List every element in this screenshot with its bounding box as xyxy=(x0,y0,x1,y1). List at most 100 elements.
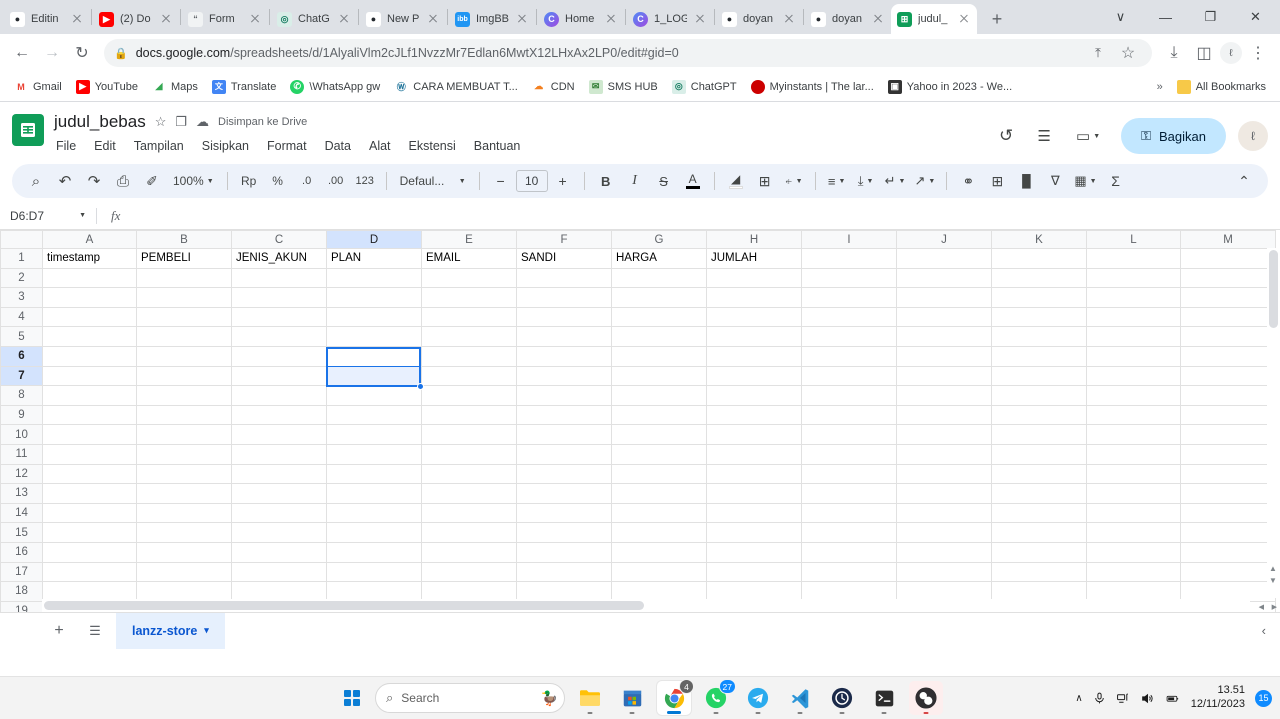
insert-chart-button[interactable]: █ xyxy=(1012,167,1040,195)
cell-i3[interactable] xyxy=(801,287,897,308)
close-icon[interactable] xyxy=(70,12,84,26)
row-header-3[interactable]: 3 xyxy=(0,287,43,308)
taskbar-app-telegram[interactable] xyxy=(741,681,775,715)
cell-i11[interactable] xyxy=(801,443,897,465)
cell-g5[interactable] xyxy=(611,326,707,347)
row-header-12[interactable]: 12 xyxy=(0,463,43,485)
browser-tab[interactable]: ● New P xyxy=(360,4,446,34)
cell-g4[interactable] xyxy=(611,306,707,328)
cell-j9[interactable] xyxy=(896,404,992,426)
cell-e10[interactable] xyxy=(421,424,517,445)
row-header-10[interactable]: 10 xyxy=(0,424,43,445)
cell-j11[interactable] xyxy=(896,443,992,465)
profile-avatar-icon[interactable]: ℓ xyxy=(1220,42,1242,64)
all-sheets-button[interactable]: ☰ xyxy=(80,616,110,646)
taskbar-app-clock[interactable] xyxy=(825,681,859,715)
side-panel-icon[interactable]: ◫ xyxy=(1190,39,1218,67)
bookmark-item[interactable]: ✉ SMS HUB xyxy=(583,77,664,97)
cell-f17[interactable] xyxy=(516,561,612,583)
browser-tab[interactable]: ● Editin xyxy=(4,4,90,34)
cell-l9[interactable] xyxy=(1086,404,1181,426)
cell-g16[interactable] xyxy=(611,541,707,563)
close-icon[interactable] xyxy=(871,12,885,26)
percent-format-button[interactable]: % xyxy=(264,167,292,195)
scroll-right-icon[interactable]: ▶ xyxy=(1272,603,1277,611)
cell-e7[interactable] xyxy=(421,365,517,387)
cell-m7[interactable] xyxy=(1180,365,1276,387)
cell-j4[interactable] xyxy=(896,306,992,328)
bookmark-item[interactable]: ● Myinstants | The lar... xyxy=(745,77,880,97)
cell-e2[interactable] xyxy=(421,267,517,289)
close-window-button[interactable]: ✕ xyxy=(1233,1,1278,33)
bookmark-item[interactable]: Ⓦ CARA MEMBUAT T... xyxy=(388,77,524,97)
row-header-19[interactable]: 19 xyxy=(0,600,43,612)
cell-a17[interactable] xyxy=(42,561,137,583)
bookmark-item[interactable]: ▣ Yahoo in 2023 - We... xyxy=(882,77,1018,97)
cell-k6[interactable] xyxy=(991,345,1087,367)
cell-i12[interactable] xyxy=(801,463,897,485)
browser-tab[interactable]: “ Form xyxy=(182,4,268,34)
cell-m9[interactable] xyxy=(1180,404,1276,426)
borders-button[interactable]: ⊞ xyxy=(751,167,779,195)
close-icon[interactable] xyxy=(337,12,351,26)
cell-m14[interactable] xyxy=(1180,502,1276,524)
cell-e6[interactable] xyxy=(421,345,517,367)
maximize-button[interactable]: ❐ xyxy=(1188,1,1233,33)
chevron-down-icon[interactable]: ▾ xyxy=(204,625,209,636)
cell-d5[interactable] xyxy=(326,326,422,347)
column-header-c[interactable]: C xyxy=(231,230,327,249)
cell-m10[interactable] xyxy=(1180,424,1276,445)
cell-c1[interactable]: JENIS_AKUN xyxy=(231,248,327,269)
cell-a3[interactable] xyxy=(42,287,137,308)
close-icon[interactable] xyxy=(426,12,440,26)
cell-f15[interactable] xyxy=(516,522,612,543)
chrome-menu-icon[interactable]: ⋮ xyxy=(1244,39,1272,67)
cell-m16[interactable] xyxy=(1180,541,1276,563)
cell-i17[interactable] xyxy=(801,561,897,583)
cell-e17[interactable] xyxy=(421,561,517,583)
taskbar-app-terminal[interactable] xyxy=(867,681,901,715)
merge-cells-button[interactable]: ⍅ ▼ xyxy=(780,167,808,195)
browser-tab[interactable]: ▶ (2) Do xyxy=(93,4,179,34)
cell-c6[interactable] xyxy=(231,345,327,367)
cell-h3[interactable] xyxy=(706,287,802,308)
cell-b11[interactable] xyxy=(136,443,232,465)
row-header-8[interactable]: 8 xyxy=(0,385,43,406)
cell-g1[interactable]: HARGA xyxy=(611,248,707,269)
sheet-tab-lanzz-store[interactable]: lanzz-store ▾ xyxy=(116,612,225,649)
cell-l11[interactable] xyxy=(1086,443,1181,465)
cell-i7[interactable] xyxy=(801,365,897,387)
column-header-e[interactable]: E xyxy=(421,230,517,249)
cell-h6[interactable] xyxy=(706,345,802,367)
cell-c8[interactable] xyxy=(231,385,327,406)
cell-e1[interactable]: EMAIL xyxy=(421,248,517,269)
cell-e4[interactable] xyxy=(421,306,517,328)
cell-i16[interactable] xyxy=(801,541,897,563)
cell-k5[interactable] xyxy=(991,326,1087,347)
cell-j3[interactable] xyxy=(896,287,992,308)
cell-k2[interactable] xyxy=(991,267,1087,289)
spreadsheet-grid[interactable]: A B C D E F G H I J K L M 1 timestamp PE… xyxy=(0,230,1280,612)
cell-l2[interactable] xyxy=(1086,267,1181,289)
cell-l6[interactable] xyxy=(1086,345,1181,367)
cell-a1[interactable]: timestamp xyxy=(42,248,137,269)
cell-e11[interactable] xyxy=(421,443,517,465)
close-icon[interactable] xyxy=(693,12,707,26)
cell-b6[interactable] xyxy=(136,345,232,367)
cell-f2[interactable] xyxy=(516,267,612,289)
cell-i5[interactable] xyxy=(801,326,897,347)
cell-j12[interactable] xyxy=(896,463,992,485)
cell-g11[interactable] xyxy=(611,443,707,465)
cell-i14[interactable] xyxy=(801,502,897,524)
expand-sidebar-button[interactable]: ‹ xyxy=(1262,623,1280,638)
increase-font-size-button[interactable]: + xyxy=(549,167,577,195)
cell-g17[interactable] xyxy=(611,561,707,583)
cell-f1[interactable]: SANDI xyxy=(516,248,612,269)
new-tab-button[interactable]: + xyxy=(983,5,1011,33)
cell-l15[interactable] xyxy=(1086,522,1181,543)
cell-b1[interactable]: PEMBELI xyxy=(136,248,232,269)
cell-c16[interactable] xyxy=(231,541,327,563)
select-all-corner[interactable] xyxy=(0,230,43,249)
cell-l3[interactable] xyxy=(1086,287,1181,308)
close-icon[interactable] xyxy=(957,12,971,26)
